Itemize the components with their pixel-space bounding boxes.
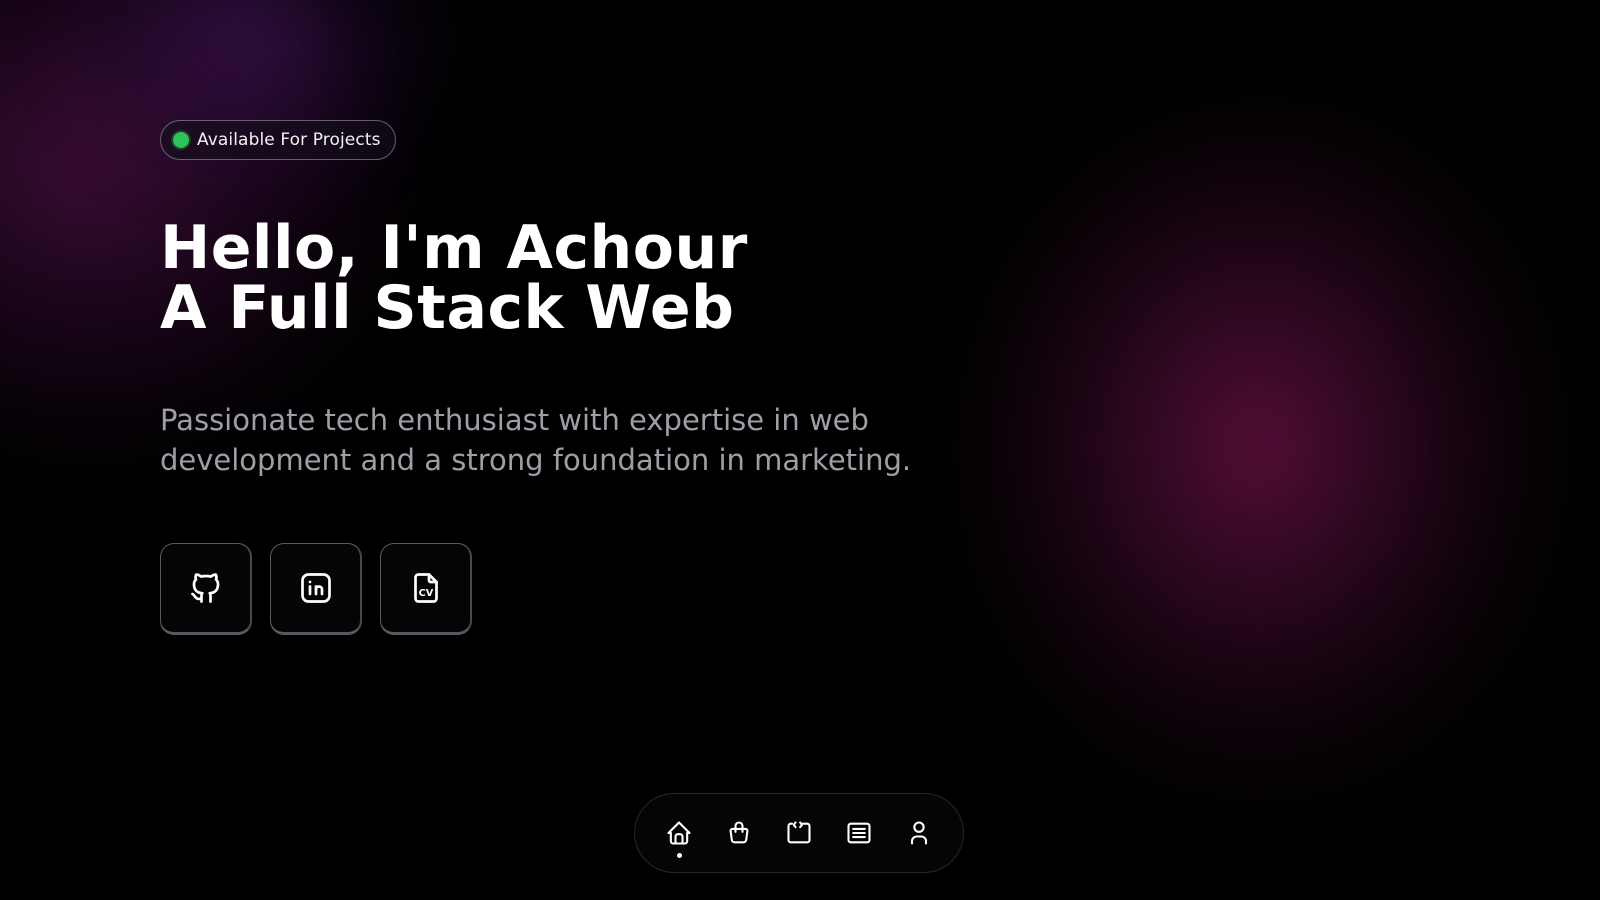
bottom-dock-nav <box>634 793 964 873</box>
background-glow-right <box>960 100 1580 820</box>
portfolio-page: Available For Projects Hello, I'm Achour… <box>0 0 1600 900</box>
code-window-icon <box>787 821 811 844</box>
availability-text: Available For Projects <box>197 130 381 150</box>
hero-heading-line-2: A Full Stack Web <box>160 273 735 343</box>
hero-subtitle: Passionate tech enthusiast with expertis… <box>160 403 912 477</box>
user-icon <box>910 821 928 845</box>
dock-item-home[interactable] <box>664 818 694 858</box>
cv-button[interactable]: CV <box>380 543 472 635</box>
linkedin-icon <box>300 573 331 603</box>
dock-item-about[interactable] <box>904 818 934 848</box>
cv-file-icon: CV <box>413 573 438 603</box>
social-links: CV <box>160 543 472 635</box>
github-icon <box>190 573 219 603</box>
github-button[interactable] <box>160 543 252 635</box>
list-document-icon <box>847 822 871 844</box>
dock-item-shop[interactable] <box>724 818 754 848</box>
shopping-bag-icon <box>729 821 749 844</box>
dock-item-blog[interactable] <box>844 818 874 848</box>
active-indicator <box>676 853 682 858</box>
availability-badge: Available For Projects <box>160 120 396 160</box>
hero-heading: Hello, I'm Achour A Full Stack Web <box>160 218 748 338</box>
status-dot-icon <box>173 132 189 148</box>
hero-heading-line-1: Hello, I'm Achour <box>160 213 748 283</box>
cv-icon-label: CV <box>418 588 433 599</box>
linkedin-button[interactable] <box>270 543 362 635</box>
dock-item-projects[interactable] <box>784 818 814 848</box>
home-icon <box>667 821 691 845</box>
